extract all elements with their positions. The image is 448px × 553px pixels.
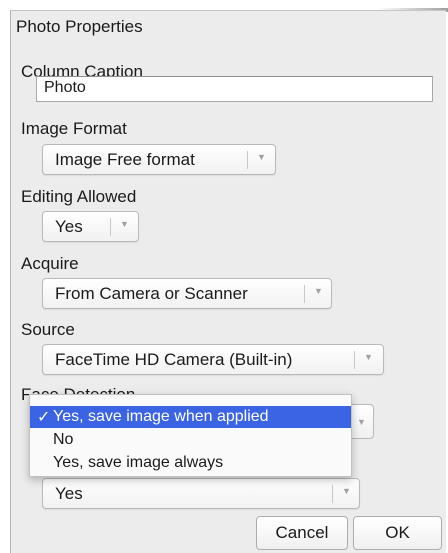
popup-divider <box>304 285 305 303</box>
chevron-down-icon: ▼ <box>257 152 266 162</box>
menu-item-label: No <box>53 431 74 448</box>
column-caption-field[interactable]: Photo <box>36 76 433 102</box>
checkmark-icon: ✓ <box>37 409 51 426</box>
chevron-down-icon: ▼ <box>314 286 323 296</box>
menu-item-save-always[interactable]: Yes, save image always <box>30 452 351 474</box>
ok-button[interactable]: OK <box>353 516 442 550</box>
menu-item-label: Yes, save image always <box>53 454 224 471</box>
chevron-down-icon: ▼ <box>357 417 366 427</box>
obscured-label-fragment <box>21 450 27 468</box>
source-value: FaceTime HD Camera (Built-in) <box>55 350 293 369</box>
chevron-down-icon: ▼ <box>342 486 351 496</box>
editing-allowed-select[interactable]: Yes ▼ <box>42 211 139 242</box>
next-field-value: Yes <box>55 484 83 503</box>
image-format-select[interactable]: Image Free format ▼ <box>42 144 276 175</box>
cancel-button[interactable]: Cancel <box>256 516 348 550</box>
window-top-edge <box>0 0 448 12</box>
chevron-down-icon: ▼ <box>120 219 129 229</box>
acquire-value: From Camera or Scanner <box>55 284 248 303</box>
source-select[interactable]: FaceTime HD Camera (Built-in) ▼ <box>42 344 384 375</box>
chevron-down-icon: ▼ <box>364 352 373 362</box>
menu-item-save-when-applied[interactable]: ✓ Yes, save image when applied <box>30 406 351 428</box>
popup-divider <box>332 485 333 503</box>
popup-divider <box>354 351 355 369</box>
image-format-value: Image Free format <box>55 150 195 169</box>
image-format-label: Image Format <box>21 119 127 138</box>
editing-allowed-value: Yes <box>55 217 83 236</box>
face-detection-menu: ✓ Yes, save image when applied No Yes, s… <box>29 394 352 477</box>
acquire-select[interactable]: From Camera or Scanner ▼ <box>42 278 332 309</box>
dialog-title: Photo Properties <box>16 17 143 36</box>
menu-item-no[interactable]: No <box>30 429 351 451</box>
popup-divider <box>110 218 111 236</box>
popup-divider <box>247 151 248 169</box>
acquire-label: Acquire <box>21 254 79 273</box>
next-field-select[interactable]: Yes ▼ <box>42 478 360 509</box>
column-caption-value: Photo <box>44 79 86 96</box>
menu-item-label: Yes, save image when applied <box>53 408 269 425</box>
editing-allowed-label: Editing Allowed <box>21 187 137 206</box>
source-label: Source <box>21 320 75 339</box>
